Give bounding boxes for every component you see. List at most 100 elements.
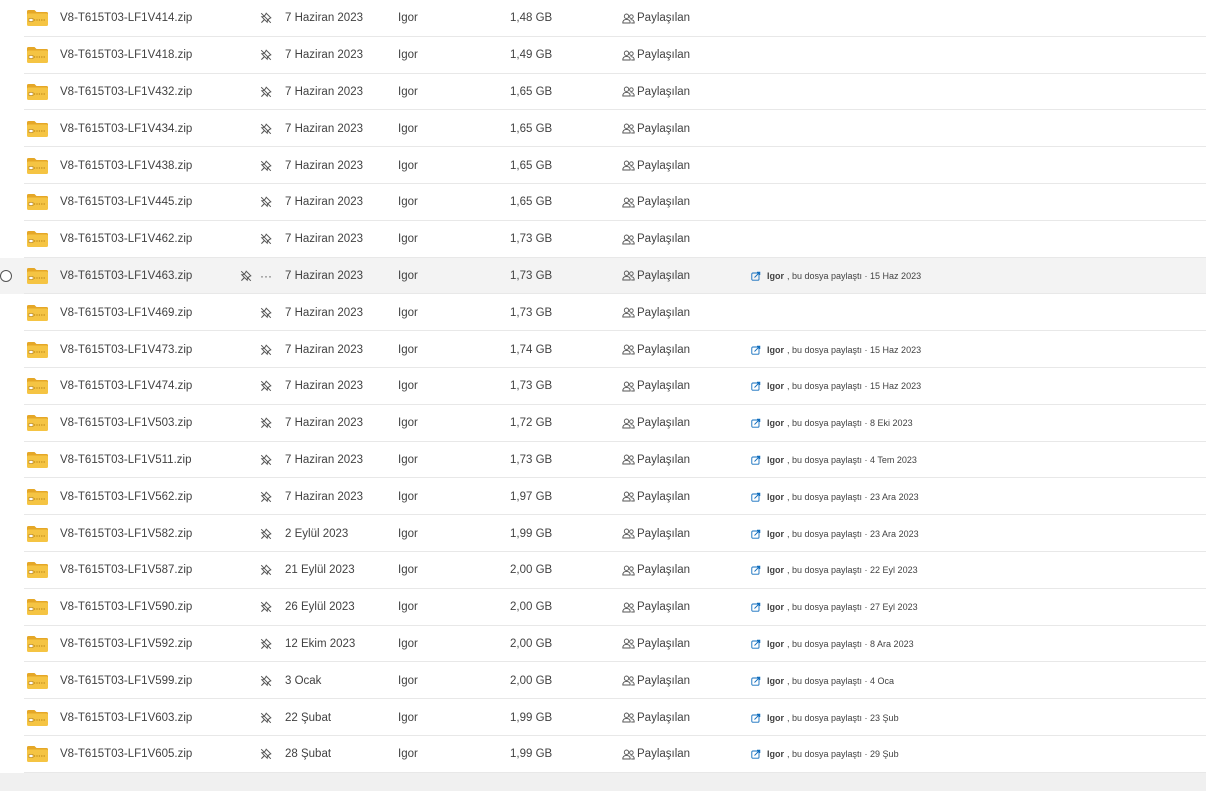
pin-off-icon[interactable] bbox=[240, 270, 252, 282]
sharing-status[interactable]: Paylaşılan bbox=[622, 638, 690, 650]
file-row[interactable]: V8-T615T03-LF1V473.zip ··· 7 Haziran 202… bbox=[0, 331, 1206, 368]
file-row[interactable]: V8-T615T03-LF1V469.zip ··· 7 Haziran 202… bbox=[0, 294, 1206, 331]
file-name[interactable]: V8-T615T03-LF1V582.zip bbox=[60, 528, 192, 540]
file-name[interactable]: V8-T615T03-LF1V432.zip bbox=[60, 86, 192, 98]
pin-off-icon[interactable] bbox=[260, 491, 272, 503]
sharing-status[interactable]: Paylaşılan bbox=[622, 123, 690, 135]
pin-off-icon[interactable] bbox=[260, 380, 272, 392]
activity-user[interactable]: Igor bbox=[767, 676, 784, 686]
sharing-status[interactable]: Paylaşılan bbox=[622, 417, 690, 429]
sharing-status[interactable]: Paylaşılan bbox=[622, 564, 690, 576]
sharing-status[interactable]: Paylaşılan bbox=[622, 491, 690, 503]
file-size: 1,99 GB bbox=[510, 711, 553, 724]
file-row[interactable]: V8-T615T03-LF1V511.zip ··· 7 Haziran 202… bbox=[0, 442, 1206, 479]
activity-user[interactable]: Igor bbox=[767, 529, 784, 539]
pin-off-icon[interactable] bbox=[260, 454, 272, 466]
sharing-status[interactable]: Paylaşılan bbox=[622, 196, 690, 208]
pin-off-icon[interactable] bbox=[260, 748, 272, 760]
file-row[interactable]: V8-T615T03-LF1V562.zip ··· 7 Haziran 202… bbox=[0, 478, 1206, 515]
activity-user[interactable]: Igor bbox=[767, 639, 784, 649]
file-row[interactable]: V8-T615T03-LF1V445.zip ··· 7 Haziran 202… bbox=[0, 184, 1206, 221]
file-row[interactable]: V8-T615T03-LF1V582.zip ··· 2 Eylül 2023 … bbox=[0, 515, 1206, 552]
pin-off-icon[interactable] bbox=[260, 638, 272, 650]
file-name[interactable]: V8-T615T03-LF1V445.zip bbox=[60, 196, 192, 208]
file-name[interactable]: V8-T615T03-LF1V592.zip bbox=[60, 638, 192, 650]
sharing-status[interactable]: Paylaşılan bbox=[622, 12, 690, 24]
file-name[interactable]: V8-T615T03-LF1V590.zip bbox=[60, 601, 192, 613]
file-row[interactable]: V8-T615T03-LF1V414.zip ··· 7 Haziran 202… bbox=[0, 0, 1206, 37]
pin-off-icon[interactable] bbox=[260, 12, 272, 24]
file-name[interactable]: V8-T615T03-LF1V462.zip bbox=[60, 233, 192, 245]
file-name[interactable]: V8-T615T03-LF1V587.zip bbox=[60, 564, 192, 576]
file-row[interactable]: V8-T615T03-LF1V590.zip ··· 26 Eylül 2023… bbox=[0, 589, 1206, 626]
pin-off-icon[interactable] bbox=[260, 675, 272, 687]
pin-off-icon[interactable] bbox=[260, 527, 272, 540]
pin-off-icon[interactable] bbox=[260, 711, 272, 724]
file-name[interactable]: V8-T615T03-LF1V463.zip bbox=[60, 270, 192, 282]
file-name[interactable]: V8-T615T03-LF1V418.zip bbox=[60, 49, 192, 61]
sharing-status[interactable]: Paylaşılan bbox=[622, 380, 690, 392]
activity-user[interactable]: Igor bbox=[767, 602, 784, 612]
file-name[interactable]: V8-T615T03-LF1V469.zip bbox=[60, 307, 192, 319]
activity-user[interactable]: Igor bbox=[767, 749, 784, 759]
file-name[interactable]: V8-T615T03-LF1V603.zip bbox=[60, 712, 192, 724]
file-row[interactable]: V8-T615T03-LF1V603.zip ··· 22 Şubat Igor… bbox=[0, 699, 1206, 736]
activity-user[interactable]: Igor bbox=[767, 713, 784, 723]
activity-user[interactable]: Igor bbox=[767, 271, 784, 281]
file-row[interactable]: V8-T615T03-LF1V463.zip ··· 7 Haziran 202… bbox=[0, 257, 1206, 295]
pin-off-icon[interactable] bbox=[260, 49, 272, 61]
pin-off-icon[interactable] bbox=[260, 196, 272, 208]
file-row[interactable]: V8-T615T03-LF1V462.zip ··· 7 Haziran 202… bbox=[0, 221, 1206, 258]
file-row[interactable]: V8-T615T03-LF1V605.zip ··· 28 Şubat Igor… bbox=[0, 736, 1206, 773]
file-row[interactable]: V8-T615T03-LF1V438.zip ··· 7 Haziran 202… bbox=[0, 147, 1206, 184]
pin-off-icon[interactable] bbox=[260, 123, 272, 135]
file-name[interactable]: V8-T615T03-LF1V511.zip bbox=[60, 454, 191, 466]
more-horizontal-icon[interactable]: ··· bbox=[260, 270, 272, 282]
sharing-status[interactable]: Paylaşılan bbox=[622, 160, 690, 172]
sharing-status[interactable]: Paylaşılan bbox=[622, 748, 690, 760]
file-name[interactable]: V8-T615T03-LF1V605.zip bbox=[60, 748, 192, 760]
activity-user[interactable]: Igor bbox=[767, 418, 784, 428]
pin-off-icon[interactable] bbox=[260, 601, 272, 613]
file-name[interactable]: V8-T615T03-LF1V503.zip bbox=[60, 417, 192, 429]
file-row[interactable]: V8-T615T03-LF1V503.zip ··· 7 Haziran 202… bbox=[0, 405, 1206, 442]
sharing-status[interactable]: Paylaşılan bbox=[622, 307, 690, 319]
sharing-status[interactable]: Paylaşılan bbox=[622, 344, 690, 356]
pin-off-icon[interactable] bbox=[260, 417, 272, 429]
activity-user[interactable]: Igor bbox=[767, 455, 784, 465]
sharing-status[interactable]: Paylaşılan bbox=[622, 86, 690, 98]
sharing-status[interactable]: Paylaşılan bbox=[622, 528, 690, 540]
select-radio[interactable] bbox=[0, 269, 12, 282]
activity-user[interactable]: Igor bbox=[767, 345, 784, 355]
activity-user[interactable]: Igor bbox=[767, 565, 784, 575]
activity-user[interactable]: Igor bbox=[767, 381, 784, 391]
sharing-status[interactable]: Paylaşılan bbox=[622, 675, 690, 687]
file-name[interactable]: V8-T615T03-LF1V599.zip bbox=[60, 675, 192, 687]
file-row[interactable]: V8-T615T03-LF1V434.zip ··· 7 Haziran 202… bbox=[0, 110, 1206, 147]
file-row[interactable]: V8-T615T03-LF1V587.zip ··· 21 Eylül 2023… bbox=[0, 552, 1206, 589]
pin-off-icon[interactable] bbox=[260, 564, 272, 576]
sharing-status[interactable]: Paylaşılan bbox=[622, 49, 690, 61]
file-name[interactable]: V8-T615T03-LF1V438.zip bbox=[60, 160, 192, 172]
file-name[interactable]: V8-T615T03-LF1V473.zip bbox=[60, 344, 192, 356]
sharing-status[interactable]: Paylaşılan bbox=[622, 233, 690, 245]
sharing-status[interactable]: Paylaşılan bbox=[622, 601, 690, 613]
sharing-status[interactable]: Paylaşılan bbox=[622, 454, 690, 466]
activity-user[interactable]: Igor bbox=[767, 492, 784, 502]
file-name[interactable]: V8-T615T03-LF1V562.zip bbox=[60, 491, 192, 503]
file-name[interactable]: V8-T615T03-LF1V434.zip bbox=[60, 123, 192, 135]
file-row[interactable]: V8-T615T03-LF1V592.zip ··· 12 Ekim 2023 … bbox=[0, 626, 1206, 663]
file-row[interactable]: V8-T615T03-LF1V432.zip ··· 7 Haziran 202… bbox=[0, 74, 1206, 111]
file-name[interactable]: V8-T615T03-LF1V474.zip bbox=[60, 380, 192, 392]
file-row[interactable]: V8-T615T03-LF1V418.zip ··· 7 Haziran 202… bbox=[0, 37, 1206, 74]
file-row[interactable]: V8-T615T03-LF1V599.zip ··· 3 Ocak Igor 2… bbox=[0, 662, 1206, 699]
file-row[interactable]: V8-T615T03-LF1V474.zip ··· 7 Haziran 202… bbox=[0, 368, 1206, 405]
pin-off-icon[interactable] bbox=[260, 159, 272, 172]
sharing-status[interactable]: Paylaşılan bbox=[622, 270, 690, 282]
pin-off-icon[interactable] bbox=[260, 307, 272, 319]
sharing-status[interactable]: Paylaşılan bbox=[622, 712, 690, 724]
pin-off-icon[interactable] bbox=[260, 343, 272, 356]
pin-off-icon[interactable] bbox=[260, 233, 272, 245]
file-name[interactable]: V8-T615T03-LF1V414.zip bbox=[60, 12, 192, 24]
pin-off-icon[interactable] bbox=[260, 86, 272, 98]
